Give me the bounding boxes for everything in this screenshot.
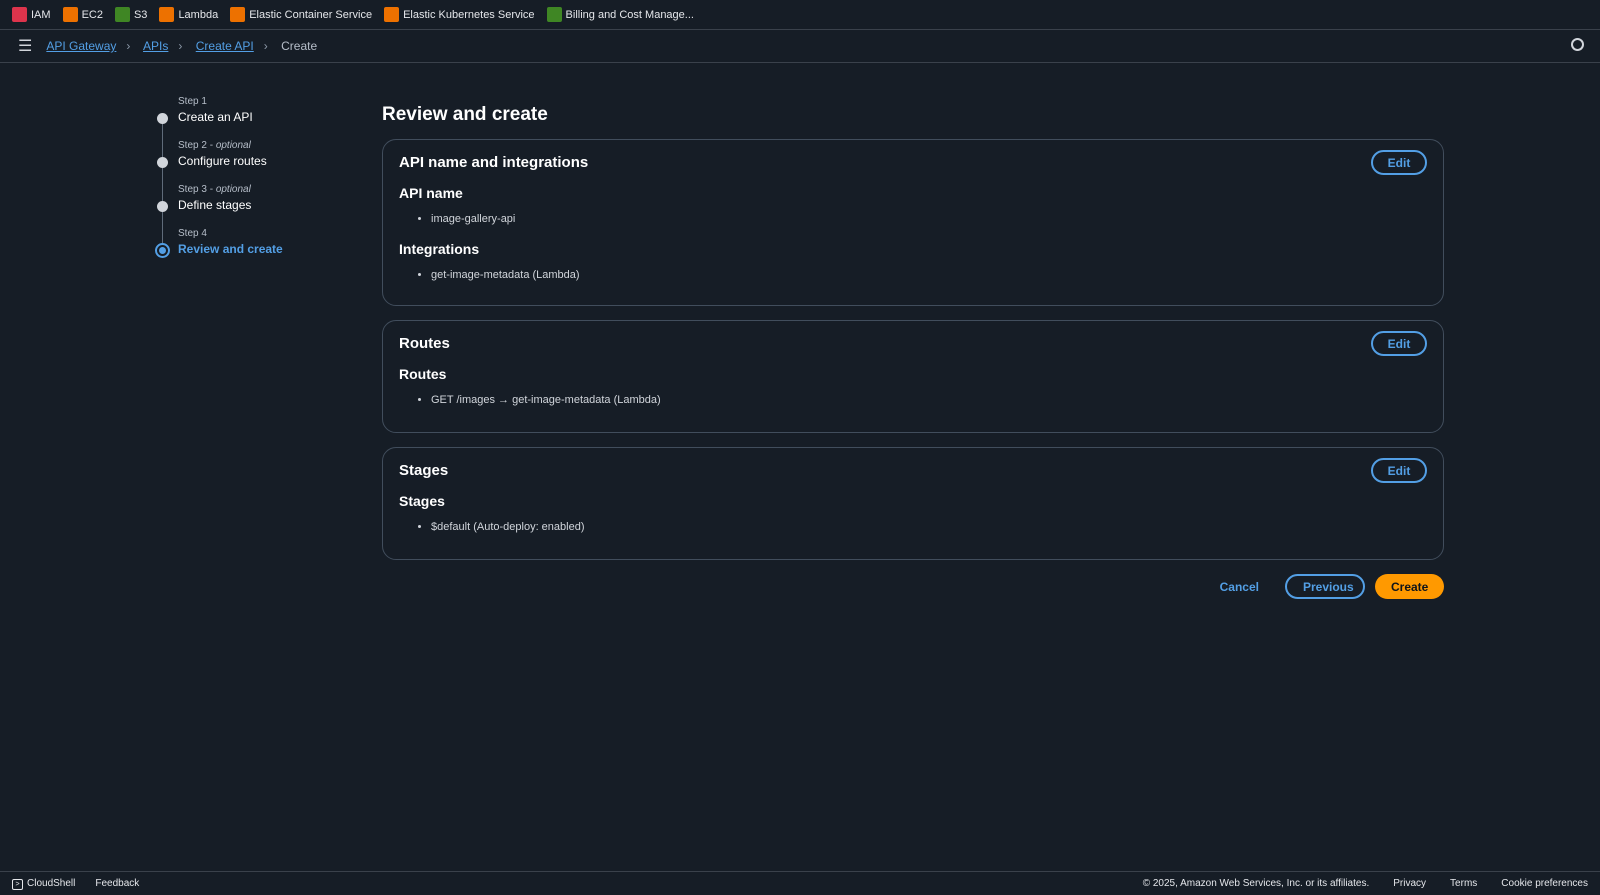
cancel-button[interactable]: Cancel	[1204, 574, 1275, 599]
step-name: Configure routes	[178, 154, 267, 168]
card-stages: Stages Edit Stages $default (Auto-deploy…	[382, 447, 1444, 560]
chevron-right-icon: ›	[263, 39, 268, 53]
s3-icon	[114, 7, 130, 22]
section-heading: Stages	[399, 493, 445, 509]
privacy-link[interactable]: Privacy	[1393, 878, 1426, 889]
card-title: API name and integrations	[399, 154, 589, 171]
favorite-s3[interactable]: S3	[114, 7, 148, 22]
page-title: Review and create	[382, 104, 548, 125]
step-label: Step 4	[178, 228, 207, 239]
eks-icon	[384, 7, 400, 22]
favorite-lambda[interactable]: Lambda	[159, 7, 218, 22]
step-name: Define stages	[178, 198, 252, 212]
terminal-icon: >	[12, 878, 23, 890]
menu-icon[interactable]: ☰	[18, 36, 32, 56]
favorite-billing[interactable]: Billing and Cost Manage...	[546, 7, 694, 22]
step-name: Review and create	[178, 242, 283, 256]
feedback-link[interactable]: Feedback	[95, 878, 139, 889]
ecs-icon	[230, 7, 246, 22]
step-1[interactable]: Step 1 Create an API	[157, 96, 357, 157]
cloudshell-button[interactable]: > CloudShell	[12, 878, 75, 890]
favorite-label: IAM	[31, 8, 51, 21]
previous-button[interactable]: Previous	[1285, 574, 1365, 599]
breadcrumb-api-gateway[interactable]: API Gateway	[46, 39, 116, 53]
wizard-actions: Cancel Previous Create	[382, 574, 1444, 599]
terms-link[interactable]: Terms	[1450, 878, 1477, 889]
breadcrumb: API Gateway › APIs › Create API › Create	[46, 39, 317, 53]
step-optional: optional	[215, 140, 251, 151]
edit-button[interactable]: Edit	[1371, 150, 1427, 175]
chevron-right-icon: ›	[126, 39, 131, 53]
list-item: get-image-metadata (Lambda)	[431, 269, 1427, 281]
cloudshell-label: CloudShell	[27, 877, 76, 889]
wizard-steps: Step 1 Create an API Step 2 - optional Con…	[157, 96, 357, 272]
billing-icon	[546, 7, 562, 22]
chevron-right-icon: ›	[178, 39, 183, 53]
edit-button[interactable]: Edit	[1371, 331, 1427, 356]
favorite-label: Billing and Cost Manage...	[565, 8, 694, 21]
step-dot-icon	[157, 201, 168, 212]
settings-icon[interactable]	[1571, 38, 1584, 51]
favorite-ecs[interactable]: Elastic Container Service	[230, 7, 372, 22]
section-heading: Integrations	[399, 241, 480, 257]
card-api-name-integrations: API name and integrations Edit API name …	[382, 139, 1444, 306]
favorites-bar: IAM EC2 S3 Lambda Elastic Container Serv…	[0, 0, 1600, 30]
card-routes: Routes Edit Routes GET /images → get-ima…	[382, 320, 1444, 433]
section-heading: Routes	[399, 366, 447, 382]
breadcrumb-current: Create	[281, 39, 318, 53]
breadcrumb-apis[interactable]: APIs	[143, 39, 168, 53]
list-item: image-gallery-api	[431, 213, 1427, 225]
favorite-label: Elastic Container Service	[249, 8, 373, 21]
step-name: Create an API	[178, 110, 253, 124]
step-label: Step 2 -	[178, 140, 216, 151]
edit-button[interactable]: Edit	[1371, 458, 1427, 483]
copyright: © 2025, Amazon Web Services, Inc. or its…	[1142, 878, 1370, 889]
step-label: Step 1	[178, 96, 207, 107]
step-dot-icon	[157, 157, 168, 168]
step-optional: optional	[215, 184, 251, 195]
ec2-icon	[62, 7, 78, 22]
favorite-label: Elastic Kubernetes Service	[403, 8, 535, 21]
favorite-iam[interactable]: IAM	[12, 7, 51, 22]
cookie-preferences-link[interactable]: Cookie preferences	[1501, 878, 1588, 889]
favorite-label: S3	[133, 8, 148, 21]
list-item: GET /images → get-image-metadata (Lambda…	[431, 394, 1427, 406]
main-content: Review and create API name and integrati…	[382, 104, 1444, 599]
step-label: Step 3 -	[178, 184, 216, 195]
step-2[interactable]: Step 2 - optional Configure routes	[157, 140, 357, 201]
lambda-icon	[159, 7, 175, 22]
section-heading: API name	[399, 185, 463, 201]
step-dot-icon	[157, 113, 168, 124]
footer: > CloudShell Feedback © 2025, Amazon Web …	[0, 871, 1600, 895]
favorite-eks[interactable]: Elastic Kubernetes Service	[384, 7, 535, 22]
step-4: Step 4 Review and create	[157, 228, 357, 272]
favorite-label: EC2	[81, 8, 103, 21]
iam-icon	[12, 7, 27, 22]
favorite-label: Lambda	[178, 8, 219, 21]
card-title: Stages	[399, 462, 449, 479]
step-3[interactable]: Step 3 - optional Define stages	[157, 184, 357, 245]
create-button[interactable]: Create	[1375, 574, 1444, 599]
breadcrumb-bar: ☰ API Gateway › APIs › Create API › Create	[0, 30, 1600, 63]
card-title: Routes	[399, 335, 450, 352]
favorite-ec2[interactable]: EC2	[62, 7, 103, 22]
list-item: $default (Auto-deploy: enabled)	[431, 521, 1427, 533]
breadcrumb-create-api[interactable]: Create API	[196, 39, 254, 53]
step-active-dot-icon	[157, 245, 168, 256]
